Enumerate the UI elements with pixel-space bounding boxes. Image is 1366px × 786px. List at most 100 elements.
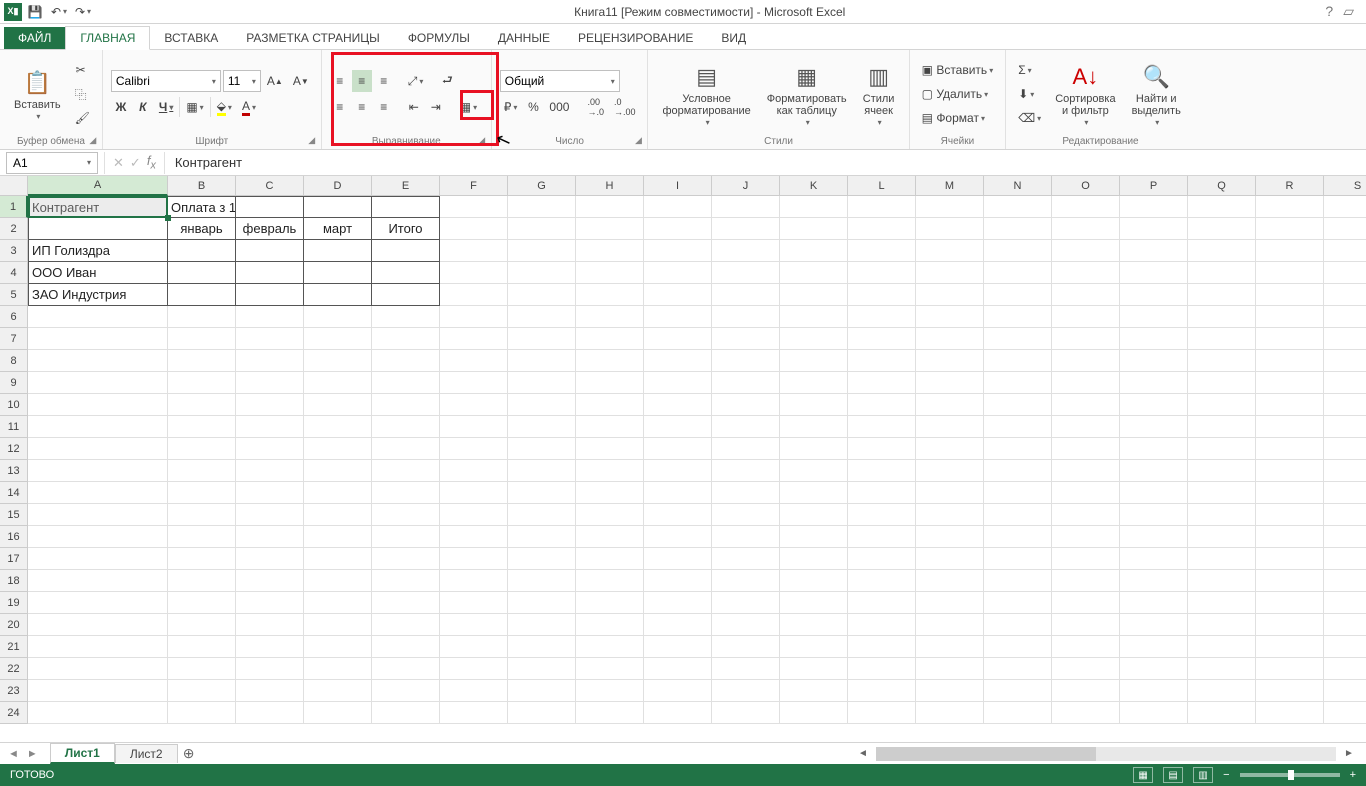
cell[interactable] bbox=[236, 570, 304, 592]
cell[interactable] bbox=[168, 262, 236, 284]
cell[interactable] bbox=[1188, 372, 1256, 394]
cell[interactable] bbox=[236, 372, 304, 394]
cell[interactable] bbox=[644, 482, 712, 504]
cell[interactable] bbox=[780, 218, 848, 240]
cell[interactable] bbox=[440, 460, 508, 482]
cell[interactable] bbox=[1052, 658, 1120, 680]
hscroll-left[interactable]: ◄ bbox=[854, 748, 872, 759]
row-headers[interactable]: 123456789101112131415161718192021222324 bbox=[0, 196, 28, 724]
column-headers[interactable]: ABCDEFGHIJKLMNOPQRS bbox=[28, 176, 1366, 196]
cell[interactable] bbox=[236, 592, 304, 614]
cell[interactable] bbox=[576, 350, 644, 372]
cell[interactable] bbox=[916, 372, 984, 394]
cell[interactable] bbox=[1324, 592, 1366, 614]
cell[interactable] bbox=[28, 570, 168, 592]
row-header[interactable]: 2 bbox=[0, 218, 28, 240]
ribbon-display-icon[interactable]: ▱ bbox=[1343, 3, 1354, 20]
cell[interactable] bbox=[916, 636, 984, 658]
insert-cells-button[interactable]: ▣ Вставить▾ bbox=[918, 59, 998, 81]
cell[interactable] bbox=[1052, 196, 1120, 218]
cell[interactable] bbox=[780, 658, 848, 680]
cell[interactable] bbox=[1188, 350, 1256, 372]
cell[interactable] bbox=[1256, 416, 1324, 438]
cell[interactable]: март bbox=[304, 218, 372, 240]
cell[interactable] bbox=[1120, 196, 1188, 218]
cell[interactable] bbox=[440, 306, 508, 328]
cell[interactable] bbox=[848, 372, 916, 394]
cell[interactable] bbox=[1324, 416, 1366, 438]
cell[interactable] bbox=[372, 416, 440, 438]
cell[interactable] bbox=[712, 636, 780, 658]
cell[interactable] bbox=[1256, 548, 1324, 570]
cell[interactable] bbox=[372, 482, 440, 504]
cell[interactable] bbox=[984, 372, 1052, 394]
cell[interactable] bbox=[984, 658, 1052, 680]
cell[interactable] bbox=[1188, 614, 1256, 636]
cell[interactable] bbox=[848, 614, 916, 636]
tab-data[interactable]: ДАННЫЕ bbox=[484, 27, 564, 49]
cell[interactable] bbox=[712, 482, 780, 504]
cell[interactable] bbox=[780, 702, 848, 724]
cell[interactable] bbox=[848, 636, 916, 658]
cell[interactable] bbox=[780, 328, 848, 350]
cell[interactable] bbox=[440, 526, 508, 548]
cell[interactable] bbox=[508, 460, 576, 482]
cell[interactable] bbox=[1324, 350, 1366, 372]
cell[interactable] bbox=[984, 350, 1052, 372]
cell[interactable] bbox=[712, 328, 780, 350]
merge-center-button[interactable]: ▦▾ bbox=[456, 96, 481, 118]
hscroll-right[interactable]: ► bbox=[1340, 748, 1358, 759]
row-header[interactable]: 20 bbox=[0, 614, 28, 636]
cell[interactable] bbox=[712, 284, 780, 306]
column-header[interactable]: A bbox=[28, 176, 168, 196]
cell[interactable] bbox=[236, 416, 304, 438]
row-header[interactable]: 10 bbox=[0, 394, 28, 416]
cell[interactable] bbox=[848, 262, 916, 284]
grow-font-button[interactable]: A▲ bbox=[263, 70, 287, 92]
cell[interactable] bbox=[440, 196, 508, 218]
cell[interactable] bbox=[1052, 262, 1120, 284]
qat-redo-button[interactable]: ↷▾ bbox=[72, 2, 94, 22]
cell[interactable] bbox=[780, 372, 848, 394]
cell[interactable] bbox=[916, 592, 984, 614]
column-header[interactable]: I bbox=[644, 176, 712, 196]
cell[interactable] bbox=[440, 394, 508, 416]
hscroll-track[interactable] bbox=[876, 747, 1336, 761]
align-middle-button[interactable]: ≡ bbox=[352, 70, 372, 92]
cell[interactable] bbox=[440, 614, 508, 636]
cell[interactable] bbox=[1256, 482, 1324, 504]
cell[interactable] bbox=[28, 218, 168, 240]
cell[interactable] bbox=[848, 218, 916, 240]
cell[interactable] bbox=[848, 702, 916, 724]
cell[interactable] bbox=[304, 526, 372, 548]
cell[interactable] bbox=[984, 394, 1052, 416]
row-header[interactable]: 6 bbox=[0, 306, 28, 328]
cell[interactable] bbox=[984, 416, 1052, 438]
cell[interactable] bbox=[712, 658, 780, 680]
cell[interactable] bbox=[372, 196, 440, 218]
cell[interactable] bbox=[576, 592, 644, 614]
cell[interactable] bbox=[1052, 218, 1120, 240]
cell[interactable] bbox=[916, 702, 984, 724]
cell[interactable] bbox=[1120, 702, 1188, 724]
cell[interactable] bbox=[916, 328, 984, 350]
cell[interactable] bbox=[984, 702, 1052, 724]
cell[interactable] bbox=[916, 284, 984, 306]
cell[interactable] bbox=[508, 416, 576, 438]
cell[interactable] bbox=[1324, 460, 1366, 482]
cell[interactable] bbox=[1188, 702, 1256, 724]
column-header[interactable]: Q bbox=[1188, 176, 1256, 196]
orientation-button[interactable]: ⤢▾ bbox=[404, 70, 428, 92]
column-header[interactable]: M bbox=[916, 176, 984, 196]
cell[interactable] bbox=[644, 394, 712, 416]
cell[interactable] bbox=[1052, 394, 1120, 416]
cell[interactable] bbox=[576, 504, 644, 526]
cell[interactable] bbox=[304, 482, 372, 504]
row-header[interactable]: 23 bbox=[0, 680, 28, 702]
cell[interactable] bbox=[304, 306, 372, 328]
cell[interactable] bbox=[780, 680, 848, 702]
cell[interactable] bbox=[576, 372, 644, 394]
format-as-table-button[interactable]: ▦ Форматировать как таблицу▾ bbox=[761, 59, 853, 129]
cell[interactable] bbox=[236, 680, 304, 702]
cell[interactable] bbox=[236, 702, 304, 724]
